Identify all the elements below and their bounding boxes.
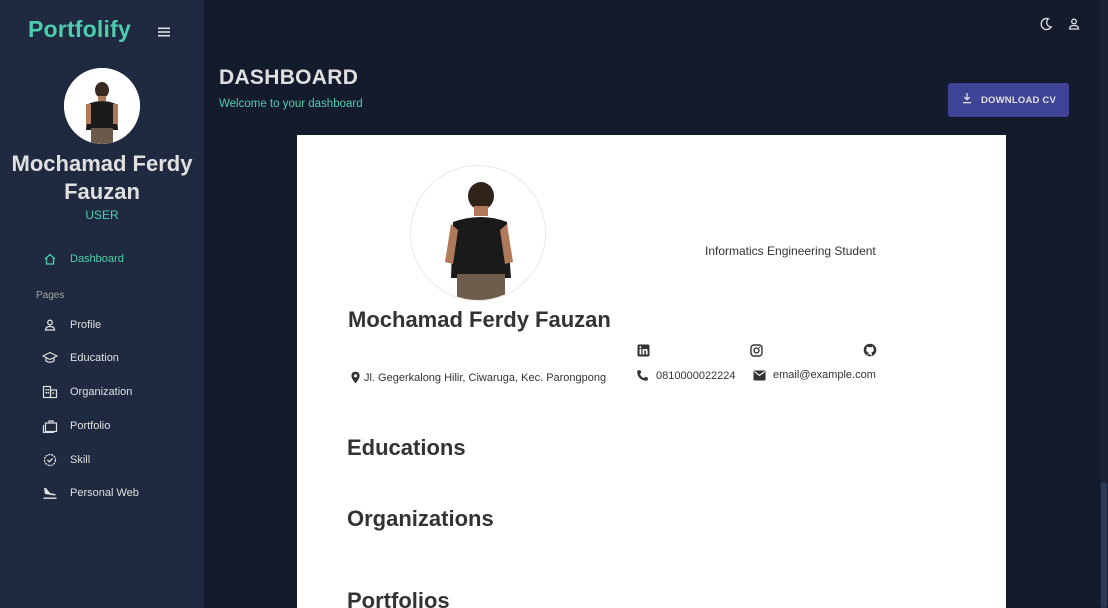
sidebar-item-label: Portfolio <box>70 420 111 432</box>
cv-name: Mochamad Ferdy Fauzan <box>348 307 611 332</box>
sidebar-item-profile[interactable]: Profile <box>40 314 101 336</box>
cv-tagline: Informatics Engineering Student <box>705 244 876 258</box>
cv-section-educations: Educations <box>347 435 466 460</box>
scrollbar-thumb[interactable] <box>1101 482 1107 608</box>
brand-row: Portfolify <box>0 14 204 50</box>
home-icon <box>40 249 60 269</box>
linkedin-icon[interactable] <box>635 342 651 358</box>
sidebar-item-dashboard[interactable]: Dashboard <box>40 248 124 270</box>
school-icon <box>40 348 60 368</box>
brand-logo[interactable]: Portfolify <box>28 16 131 43</box>
mail-icon <box>753 370 766 381</box>
cv-address-text: Jl. Gegerkalong Hilir, Ciwaruga, Kec. Pa… <box>364 371 607 384</box>
page-subtitle: Welcome to your dashboard <box>219 98 363 110</box>
sidebar: Portfolify Mochamad Ferdy Fauzan USER Da… <box>0 0 204 608</box>
user-icon[interactable] <box>1064 14 1084 34</box>
person-icon <box>40 315 60 335</box>
verified-icon <box>40 450 60 470</box>
cv-email-text: email@example.com <box>773 369 876 381</box>
download-icon <box>961 91 973 109</box>
sidebar-item-label: Education <box>70 352 119 364</box>
sidebar-item-label: Profile <box>70 319 102 331</box>
cv-phone-text: 0810000022224 <box>656 369 736 382</box>
user-name: Mochamad Ferdy Fauzan <box>11 151 193 204</box>
dark-mode-icon[interactable] <box>1036 14 1056 34</box>
user-role: USER <box>85 208 119 222</box>
cv-address: Jl. Gegerkalong Hilir, Ciwaruga, Kec. Pa… <box>350 371 606 384</box>
nav-section-label: Pages <box>36 290 65 301</box>
cv-photo <box>410 165 546 301</box>
page-title: DASHBOARD <box>219 66 359 89</box>
download-cv-button[interactable]: DOWNLOAD CV <box>948 83 1069 117</box>
sidebar-item-label: Personal Web <box>70 487 139 499</box>
sidebar-item-label: Skill <box>70 454 91 466</box>
cv-section-portfolios: Portfolios <box>347 588 450 608</box>
download-cv-label: DOWNLOAD CV <box>980 94 1057 106</box>
sidebar-item-skill[interactable]: Skill <box>40 449 90 471</box>
building-icon <box>40 382 60 402</box>
cv-section-organizations: Organizations <box>347 506 494 531</box>
sidebar-item-organization[interactable]: Organization <box>40 381 132 403</box>
instagram-icon[interactable] <box>748 342 764 358</box>
avatar <box>64 68 140 144</box>
menu-icon[interactable] <box>154 22 174 42</box>
github-icon[interactable] <box>862 342 878 358</box>
location-icon <box>350 371 361 384</box>
cv-preview: Informatics Engineering Student Mochamad… <box>297 135 1006 608</box>
cv-phone: 0810000022224 <box>636 369 736 382</box>
sidebar-item-label: Organization <box>70 386 133 398</box>
sidebar-item-portfolio[interactable]: Portfolio <box>40 415 110 437</box>
sidebar-item-label: Dashboard <box>70 253 124 265</box>
cv-email: email@example.com <box>753 369 876 381</box>
phone-icon <box>636 369 649 382</box>
sidebar-item-education[interactable]: Education <box>40 347 119 369</box>
sidebar-item-personal-web[interactable]: Personal Web <box>40 482 139 504</box>
flight-land-icon <box>40 483 60 503</box>
briefcase-icon <box>40 416 60 436</box>
